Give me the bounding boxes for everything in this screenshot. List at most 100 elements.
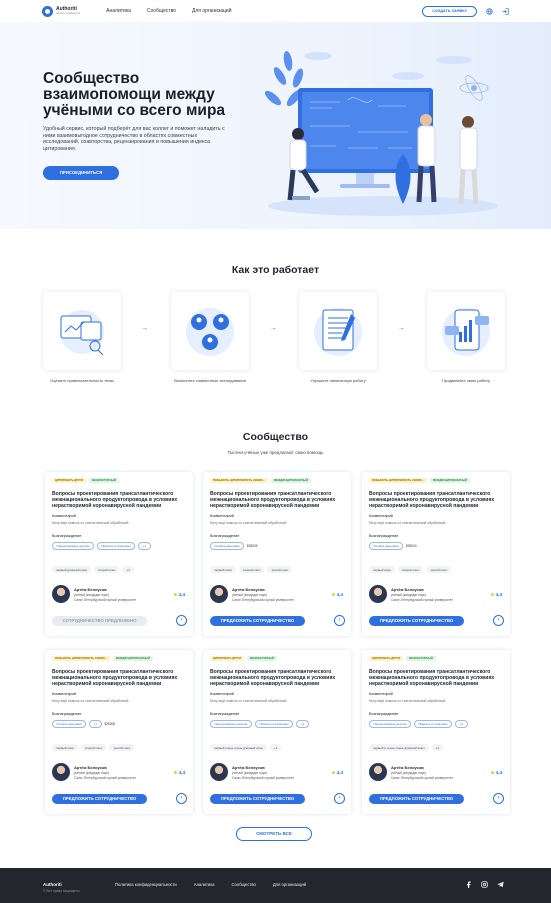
keyword-chip: третий ключ [426, 566, 452, 573]
community-card[interactable]: ПОВЫСИТЬ ЦИТИРУЕМОСТЬ СВОИХ... МЕЖДИСЦИПЛ… [362, 472, 510, 636]
user-name[interactable]: Артём Белоусов [232, 587, 265, 592]
comment-text: Могу ещё помочь со статистической обрабо… [52, 699, 129, 703]
chevron-right-icon[interactable]: › [334, 793, 345, 804]
avatar[interactable] [369, 763, 387, 781]
nav-analytics[interactable]: Аналитика [106, 8, 131, 14]
reward-pill-more[interactable]: +1 [138, 542, 151, 550]
footer-link-analytics[interactable]: Аналитика [194, 882, 215, 887]
user-name[interactable]: Артём Белоусов [74, 587, 107, 592]
hero-section: Сообщество взаимопомощи между учёными со… [0, 22, 551, 229]
telegram-icon[interactable] [497, 881, 504, 888]
reward-pill: +1 [88, 720, 102, 728]
reward-pill: Принять в соавторы [254, 720, 294, 728]
keyword-chip: +1 [270, 744, 282, 751]
propose-collaboration-button[interactable]: ПРЕДЛОЖИТЬ СОТРУДНИЧЕСТВО [52, 794, 147, 804]
community-card[interactable]: ЦИТИРОВАТЬ ДРУГИ МЕЖСЕКТОРНЫЙ Вопросы прое… [203, 650, 351, 814]
card-title[interactable]: Вопросы проектирования трансатлантическо… [369, 669, 505, 687]
reward-options: Процитировать другим Принять в соавторы … [52, 542, 151, 550]
login-icon[interactable] [502, 7, 509, 15]
card-title[interactable]: Вопросы проектирования трансатлантическо… [210, 669, 346, 687]
field-tag: МЕЖСЕКТОРНЫЙ [89, 478, 119, 483]
star-icon: ★ [490, 770, 495, 775]
card-title[interactable]: Вопросы проектирования трансатлантическо… [369, 491, 505, 509]
document-illustration-icon [314, 308, 362, 356]
reward-label: Вознаграждение [210, 712, 240, 716]
footer-link-organizations[interactable]: Для организаций [273, 882, 306, 887]
chevron-right-icon[interactable]: › [176, 615, 187, 626]
star-icon: ★ [331, 592, 336, 597]
step-card-4 [427, 292, 505, 370]
keyword-chip: +1 [122, 566, 134, 573]
nav-organizations[interactable]: Для организаций [192, 8, 232, 14]
collaboration-proposed-button[interactable]: СОТРУДНИЧЕСТВО ПРЕДЛОЖЕНО [52, 616, 147, 626]
star-icon: ★ [331, 770, 336, 775]
avatar[interactable] [369, 585, 387, 603]
step-caption-3: Улучшите написанную работу [310, 378, 366, 383]
community-card[interactable]: ЦИТИРОВАТЬ ДРУГИ МЕЖСЕКТОРНЫЙ Вопросы прое… [45, 472, 193, 636]
propose-collaboration-button[interactable]: ПРЕДЛОЖИТЬ СОТРУДНИЧЕСТВО [369, 616, 464, 626]
user-name[interactable]: Артём Белоусов [232, 765, 265, 770]
propose-collaboration-button[interactable]: ПРЕДЛОЖИТЬ СОТРУДНИЧЕСТВО [210, 616, 305, 626]
create-request-button[interactable]: СОЗДАТЬ ЗАЯВКУ [422, 5, 477, 17]
footer: Authoriti © Все права защищены Политика … [0, 868, 551, 903]
propose-collaboration-button[interactable]: ПРЕДЛОЖИТЬ СОТРУДНИЧЕСТВО [210, 794, 305, 804]
avatar[interactable] [210, 585, 228, 603]
card-title[interactable]: Вопросы проектирования трансатлантическо… [52, 669, 188, 687]
hero-title: Сообщество взаимопомощи между учёными со… [43, 70, 226, 119]
user-organization: Санкт-Петербургский горный университет [232, 598, 294, 602]
chevron-right-icon[interactable]: › [493, 793, 504, 804]
chevron-right-icon[interactable]: › [334, 615, 345, 626]
user-name[interactable]: Артём Белоусов [391, 765, 424, 770]
footer-brand[interactable]: Authoriti [43, 882, 62, 887]
reward-options: Оплата деньгами $25000 [369, 542, 417, 550]
field-tag: МЕЖДИСЦИПЛИНАРНЫЙ [112, 656, 153, 661]
instagram-icon[interactable] [481, 881, 488, 888]
goal-tag: ЦИТИРОВАТЬ ДРУГИ [369, 656, 404, 661]
avatar[interactable] [52, 585, 70, 603]
community-card[interactable]: ПОВЫСИТЬ ЦИТИРУЕМОСТЬ СВОИХ... МЕЖДИСЦИПЛ… [203, 472, 351, 636]
card-title[interactable]: Вопросы проектирования трансатлантическо… [210, 491, 346, 509]
globe-icon[interactable] [486, 7, 493, 15]
keyword-chip: второй ключ [81, 744, 107, 751]
facebook-icon[interactable] [465, 881, 472, 888]
user-role: учёный (кандидат наук) [391, 771, 426, 775]
keyword-chip: третий ключ [267, 566, 293, 573]
keyword-chips: первый очень очень длинный ключ +1 [210, 744, 282, 751]
rating: ★4,4 [490, 592, 502, 597]
star-icon: ★ [173, 592, 178, 597]
keyword-chip: первый ключ [210, 566, 237, 573]
user-name[interactable]: Артём Белоусов [391, 587, 424, 592]
keyword-chips: первый ключ второй ключ третий ключ [52, 744, 135, 751]
logo-icon [42, 5, 53, 17]
nav-community[interactable]: Сообщество [147, 8, 176, 14]
brand-logo[interactable]: Authoriti научное сообщество [42, 5, 81, 17]
see-all-button[interactable]: СМОТРЕТЬ ВСЕ [236, 827, 312, 841]
join-button[interactable]: ПРИСОЕДИНИТЬСЯ [43, 166, 119, 180]
chevron-right-icon[interactable]: › [176, 793, 187, 804]
avatar[interactable] [210, 763, 228, 781]
rating: ★4,4 [173, 592, 185, 597]
community-card[interactable]: ПОВЫСИТЬ ЦИТИРУЕМОСТЬ СВОИХ... МЕЖДИСЦИПЛ… [45, 650, 193, 814]
reward-pill-more[interactable]: +1 [296, 720, 309, 728]
community-card[interactable]: ЦИТИРОВАТЬ ДРУГИ МЕЖСЕКТОРНЫЙ Вопросы прое… [362, 650, 510, 814]
reward-pill-more[interactable]: +1 [455, 720, 468, 728]
reward-label: Вознаграждение [52, 534, 82, 538]
footer-link-privacy[interactable]: Политика конфиденциальности [115, 882, 177, 887]
footer-link-community[interactable]: Сообщество [232, 882, 256, 887]
step-caption-2: Выполните совместные исследования [174, 378, 246, 383]
rating: ★4,4 [331, 592, 343, 597]
brand-subtitle: научное сообщество [56, 12, 81, 15]
field-tag: МЕЖСЕКТОРНЫЙ [406, 656, 436, 661]
keyword-chip: первый и очень очень длинный ключ [369, 744, 429, 751]
chevron-right-icon[interactable]: › [493, 615, 504, 626]
card-title[interactable]: Вопросы проектирования трансатлантическо… [52, 491, 188, 509]
comment-label: Комментарий [52, 692, 76, 696]
avatar[interactable] [52, 763, 70, 781]
user-name[interactable]: Артём Белоусов [74, 765, 107, 770]
reward-pill: Процитировать другим [52, 542, 94, 550]
reward-label: Вознаграждение [369, 534, 399, 538]
footer-links: Политика конфиденциальности Аналитика Со… [115, 882, 306, 887]
analytics-illustration-icon [60, 310, 104, 356]
step-card-3 [299, 292, 377, 370]
propose-collaboration-button[interactable]: ПРЕДЛОЖИТЬ СОТРУДНИЧЕСТВО [369, 794, 464, 804]
